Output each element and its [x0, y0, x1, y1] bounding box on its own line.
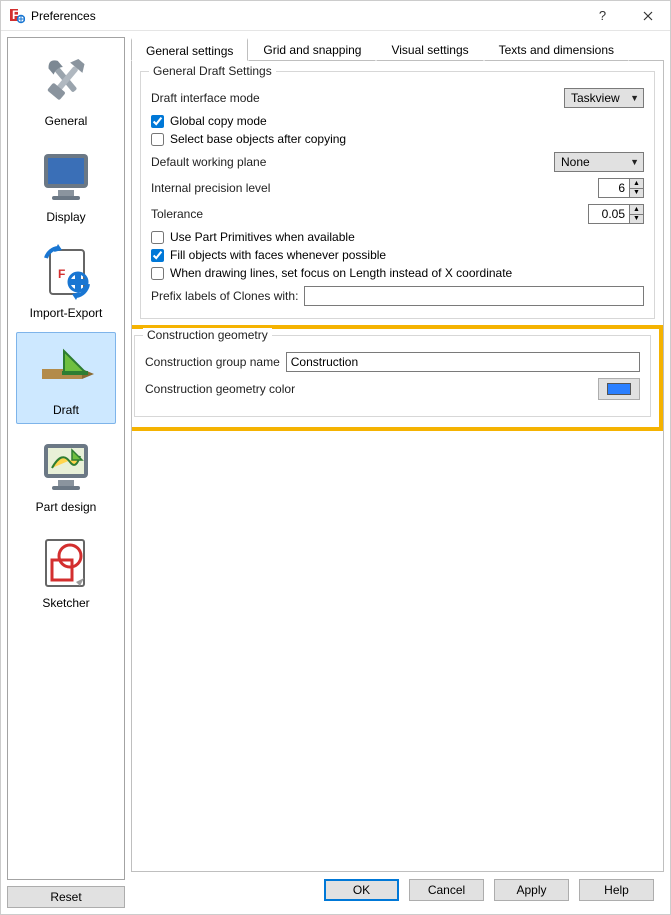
construction-color-label: Construction geometry color [145, 382, 295, 396]
interface-mode-label: Draft interface mode [151, 91, 260, 105]
prefix-clones-label: Prefix labels of Clones with: [151, 289, 298, 303]
highlight-annotation: Construction geometry Construction group… [131, 325, 663, 431]
general-draft-settings-group: General Draft Settings Draft interface m… [140, 71, 655, 319]
tab-content: General Draft Settings Draft interface m… [131, 61, 664, 872]
titlebar: F Preferences ? [1, 1, 670, 31]
checkbox-input[interactable] [151, 231, 164, 244]
preferences-window: F Preferences ? [0, 0, 671, 915]
group-title: Construction geometry [143, 328, 272, 342]
sidebar-item-sketcher[interactable]: Sketcher [16, 526, 116, 616]
tolerance-label: Tolerance [151, 207, 203, 221]
spin-up-icon[interactable]: ▲ [630, 179, 643, 189]
window-title: Preferences [31, 9, 580, 23]
select-base-checkbox[interactable]: Select base objects after copying [151, 132, 644, 146]
chevron-down-icon: ▼ [630, 157, 639, 167]
tab-label: Texts and dimensions [499, 43, 614, 57]
sketcher-icon [34, 530, 98, 594]
tab-texts-dimensions[interactable]: Texts and dimensions [484, 38, 629, 61]
group-title: General Draft Settings [149, 64, 276, 78]
spin-down-icon[interactable]: ▼ [630, 215, 643, 224]
sidebar-item-part-design[interactable]: Part design [16, 430, 116, 520]
spinbox-input[interactable] [589, 205, 629, 223]
import-export-icon: F [34, 240, 98, 304]
construction-geometry-group: Construction geometry Construction group… [134, 335, 651, 417]
checkbox-label: Use Part Primitives when available [170, 230, 355, 244]
precision-label: Internal precision level [151, 181, 270, 195]
tab-label: Grid and snapping [263, 43, 361, 57]
dropdown-value: Taskview [571, 91, 620, 105]
spin-buttons[interactable]: ▲▼ [629, 205, 643, 223]
monitor-icon [34, 144, 98, 208]
checkbox-label: When drawing lines, set focus on Length … [170, 266, 512, 280]
app-icon: F [9, 8, 25, 24]
tab-bar: General settings Grid and snapping Visua… [131, 37, 664, 61]
sidebar-item-display[interactable]: Display [16, 140, 116, 230]
fill-faces-checkbox[interactable]: Fill objects with faces whenever possibl… [151, 248, 644, 262]
part-design-icon [34, 434, 98, 498]
cancel-button[interactable]: Cancel [409, 879, 484, 901]
working-plane-dropdown[interactable]: None ▼ [554, 152, 644, 172]
help-button-footer[interactable]: Help [579, 879, 654, 901]
help-button[interactable]: ? [580, 1, 625, 30]
svg-text:F: F [58, 267, 65, 281]
color-swatch [607, 383, 631, 395]
tab-visual-settings[interactable]: Visual settings [376, 38, 483, 61]
tab-label: Visual settings [391, 43, 468, 57]
focus-length-checkbox[interactable]: When drawing lines, set focus on Length … [151, 266, 644, 280]
sidebar-item-import-export[interactable]: F Import-Export [16, 236, 116, 326]
tab-general-settings[interactable]: General settings [131, 38, 248, 61]
tab-label: General settings [146, 44, 233, 58]
dialog-footer: OK Cancel Apply Help [131, 872, 664, 908]
sidebar-item-label: Draft [53, 403, 79, 417]
sidebar-item-draft[interactable]: Draft [16, 332, 116, 424]
sidebar-item-label: Display [46, 210, 85, 224]
checkbox-input[interactable] [151, 249, 164, 262]
working-plane-label: Default working plane [151, 155, 266, 169]
spin-up-icon[interactable]: ▲ [630, 205, 643, 215]
construction-group-name-label: Construction group name [145, 355, 280, 369]
checkbox-input[interactable] [151, 267, 164, 280]
sidebar-item-label: Part design [36, 500, 97, 514]
precision-spinbox[interactable]: ▲▼ [598, 178, 644, 198]
apply-button[interactable]: Apply [494, 879, 569, 901]
checkbox-label: Global copy mode [170, 114, 267, 128]
interface-mode-dropdown[interactable]: Taskview ▼ [564, 88, 644, 108]
dropdown-value: None [561, 155, 590, 169]
tools-icon [34, 48, 98, 112]
ok-button[interactable]: OK [324, 879, 399, 901]
sidebar-item-label: Sketcher [42, 596, 89, 610]
spin-down-icon[interactable]: ▼ [630, 189, 643, 198]
draft-icon [34, 337, 98, 401]
reset-button[interactable]: Reset [7, 886, 125, 908]
sidebar-item-label: Import-Export [30, 306, 103, 320]
spin-buttons[interactable]: ▲▼ [629, 179, 643, 197]
tab-grid-snapping[interactable]: Grid and snapping [248, 38, 376, 61]
use-part-primitives-checkbox[interactable]: Use Part Primitives when available [151, 230, 644, 244]
spinbox-input[interactable] [599, 179, 629, 197]
checkbox-label: Fill objects with faces whenever possibl… [170, 248, 386, 262]
construction-group-name-input[interactable] [286, 352, 640, 372]
global-copy-checkbox[interactable]: Global copy mode [151, 114, 644, 128]
checkbox-input[interactable] [151, 133, 164, 146]
checkbox-label: Select base objects after copying [170, 132, 346, 146]
chevron-down-icon: ▼ [630, 93, 639, 103]
close-button[interactable] [625, 1, 670, 30]
sidebar-item-general[interactable]: General [16, 44, 116, 134]
sidebar-item-label: General [45, 114, 88, 128]
construction-color-button[interactable] [598, 378, 640, 400]
checkbox-input[interactable] [151, 115, 164, 128]
prefix-clones-input[interactable] [304, 286, 644, 306]
category-sidebar: General Display [7, 37, 125, 880]
tolerance-spinbox[interactable]: ▲▼ [588, 204, 644, 224]
